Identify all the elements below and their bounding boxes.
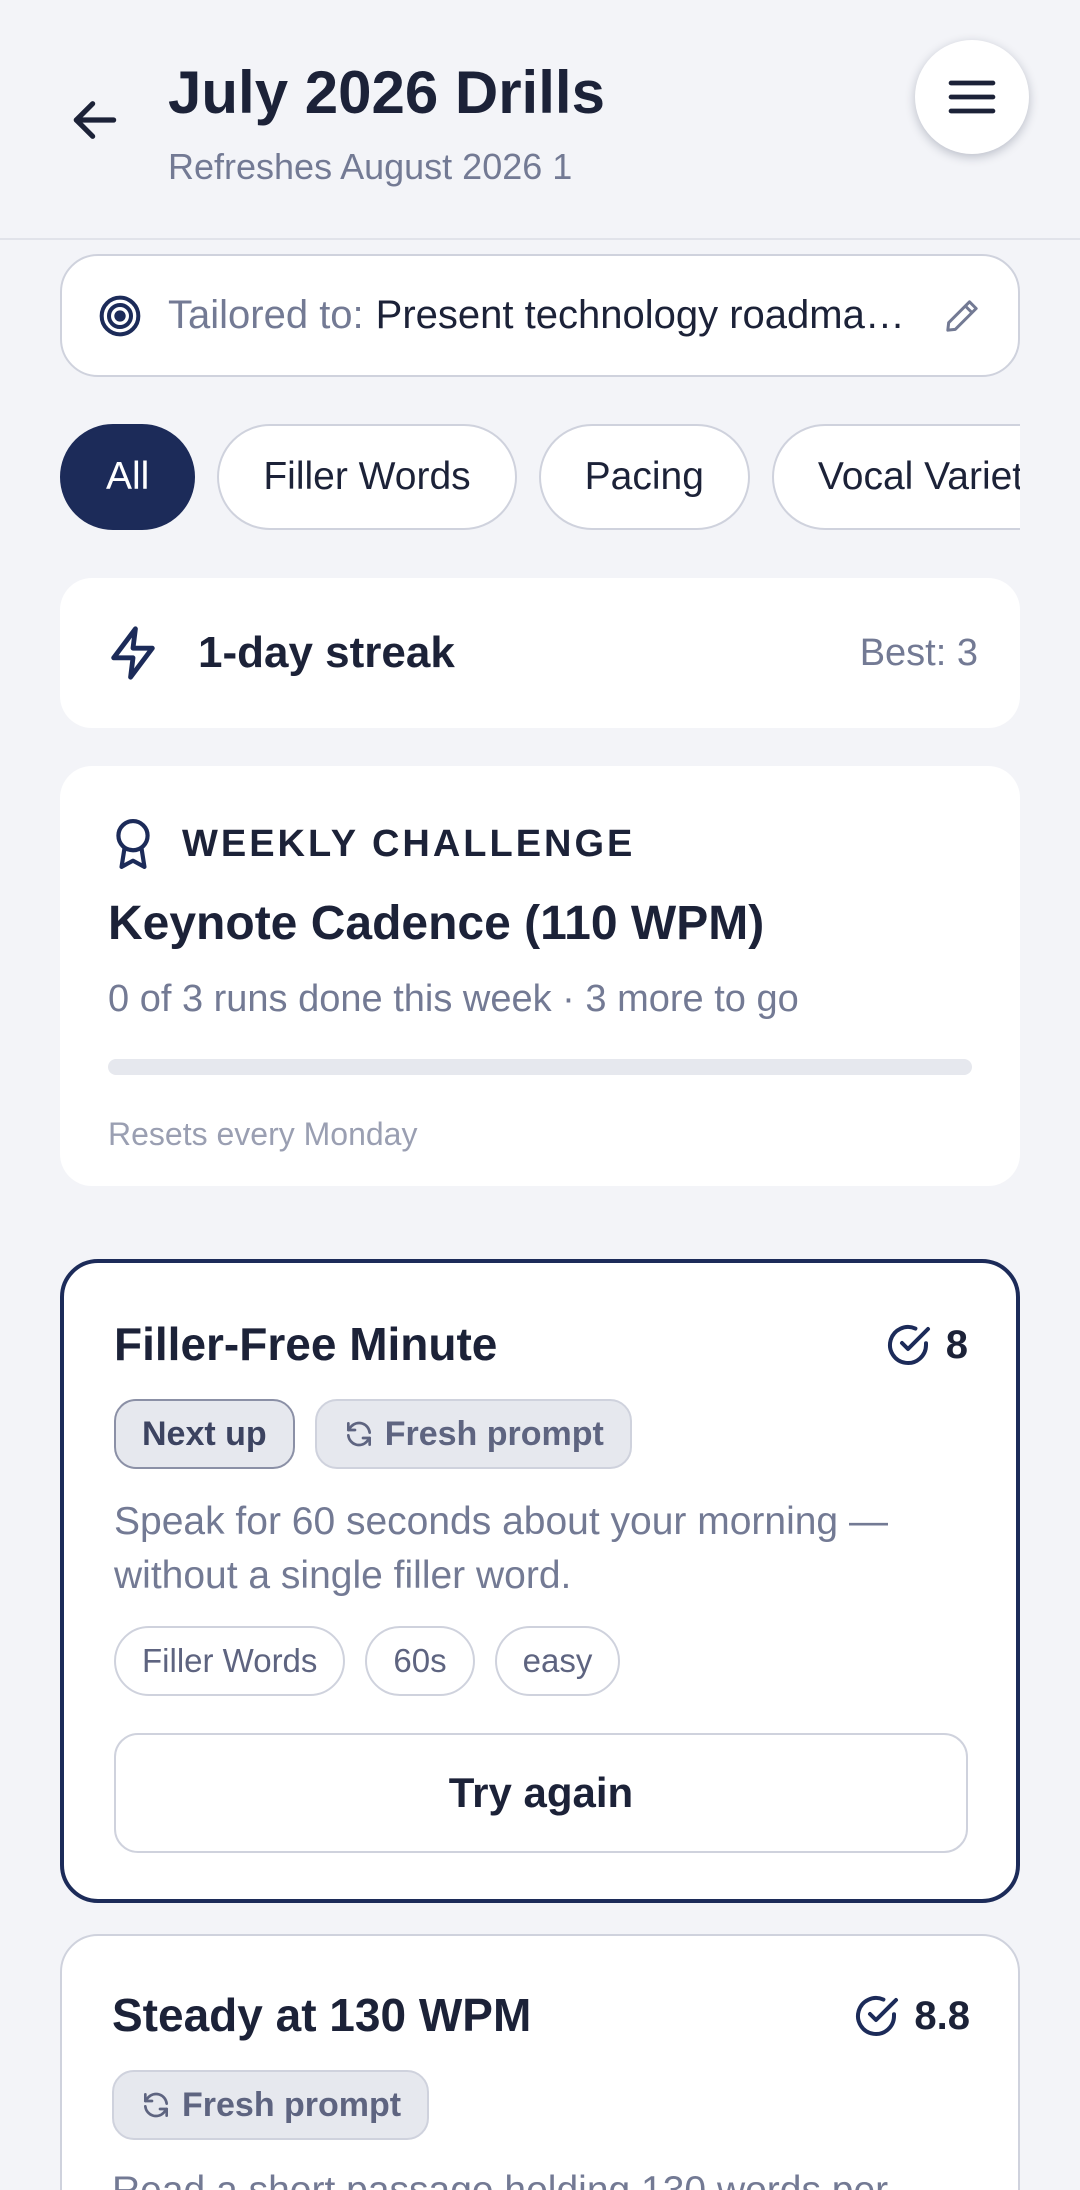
filter-chips: AllFiller WordsPacingVocal Variety (60, 424, 1020, 532)
weekly-challenge-progress-bar (108, 1059, 972, 1075)
drill-title: Filler-Free Minute (114, 1318, 498, 1370)
target-icon (99, 295, 141, 336)
menu-button[interactable] (915, 40, 1029, 154)
tailored-value: Present technology roadmap to the leader… (375, 293, 922, 337)
fresh-prompt-badge: Fresh prompt (112, 2070, 430, 2140)
back-button[interactable] (60, 85, 130, 155)
fresh-prompt-label: Fresh prompt (384, 1414, 604, 1453)
award-ribbon-icon (116, 819, 150, 869)
drill-tag: Filler Words (114, 1626, 346, 1696)
filter-chip-pacing[interactable]: Pacing (538, 424, 750, 530)
page-title: July 2026 Drills (168, 59, 605, 126)
app-header: July 2026 Drills Refreshes August 2026 1 (0, 0, 1080, 240)
streak-text: 1-day streak (198, 628, 455, 677)
edit-button[interactable] (942, 296, 982, 336)
tailored-label: Tailored to: (168, 293, 364, 337)
try-again-button[interactable]: Try again (114, 1733, 968, 1853)
drill-score: 8 (884, 1321, 968, 1369)
fresh-prompt-badge: Fresh prompt (314, 1399, 632, 1469)
next-up-badge: Next up (114, 1399, 295, 1469)
drill-tag: 60s (365, 1626, 475, 1696)
hamburger-icon (948, 80, 996, 114)
drill-score-value: 8.8 (914, 1993, 970, 2038)
check-circle-icon (887, 1325, 930, 1365)
arrow-left-icon (73, 101, 117, 139)
streak-card: 1-day streak Best: 3 (60, 578, 1020, 728)
refresh-icon (144, 2092, 168, 2118)
drill-title: Steady at 130 WPM (112, 1989, 532, 2041)
tailored-to-field[interactable]: Tailored to: Present technology roadmap … (60, 254, 1020, 377)
drill-badges: Next up Fresh prompt (114, 1399, 652, 1469)
drill-tag: easy (494, 1626, 621, 1696)
weekly-challenge-note: Resets every Monday (108, 1116, 418, 1152)
drill-score-value: 8 (945, 1322, 968, 1367)
fresh-prompt-label: Fresh prompt (182, 2085, 402, 2124)
weekly-challenge-progress-text: 0 of 3 runs done this week · 3 more to g… (108, 978, 799, 1020)
drill-card[interactable]: Steady at 130 WPM 8.8 Fresh prompt Read … (60, 1934, 1020, 2190)
streak-best: Best: 3 (859, 631, 978, 674)
refresh-icon (346, 1421, 371, 1447)
weekly-challenge-kicker: WEEKLY CHALLENGE (182, 822, 636, 865)
filter-chip-all[interactable]: All (60, 424, 196, 530)
lightning-icon (111, 626, 155, 680)
weekly-challenge-title: Keynote Cadence (110 WPM) (108, 897, 765, 950)
drill-badges: Fresh prompt (112, 2070, 449, 2140)
weekly-challenge-header: WEEKLY CHALLENGE (108, 816, 635, 872)
filter-chip-filler-words[interactable]: Filler Words (217, 424, 517, 530)
drill-description: Read a short passage holding 130 words p… (112, 2164, 972, 2190)
drill-card[interactable]: Filler-Free Minute 8 Next up Fresh promp… (60, 1259, 1020, 1903)
filter-chip-vocal-variety[interactable]: Vocal Variety (771, 424, 1020, 530)
drill-tags: Filler Words 60s easy (114, 1626, 640, 1696)
drill-description: Speak for 60 seconds about your morning … (114, 1500, 888, 1597)
weekly-challenge-card[interactable]: WEEKLY CHALLENGE Keynote Cadence (110 WP… (60, 766, 1020, 1186)
page-subtitle: Refreshes August 2026 1 (168, 146, 573, 187)
pencil-icon (946, 299, 978, 332)
drill-score: 8.8 (852, 1992, 970, 2040)
check-circle-icon (856, 1996, 899, 2036)
